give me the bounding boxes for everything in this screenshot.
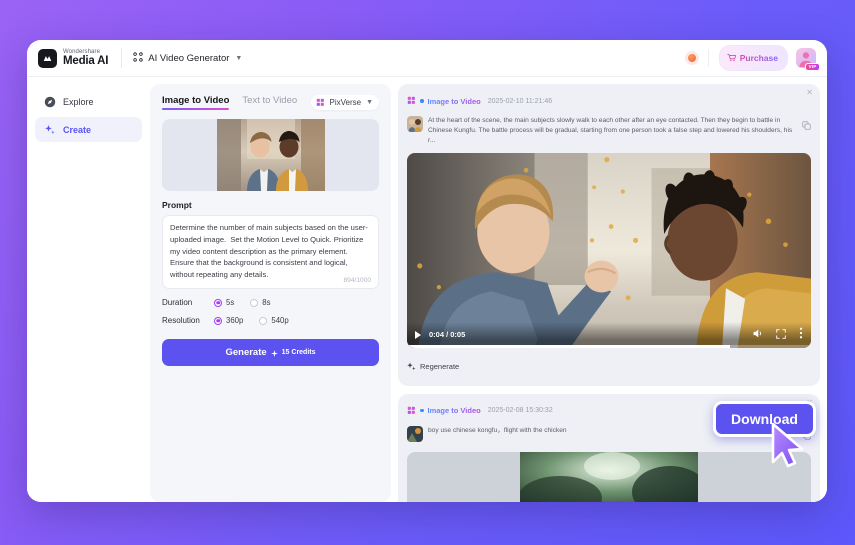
result-card-prompt-row: At the heart of the scene, the main subj… — [407, 116, 811, 146]
duration-option-5s[interactable]: 5s — [214, 298, 234, 307]
vip-badge: VIP — [805, 62, 820, 71]
video-progress-fill — [407, 345, 731, 348]
video-controls-right — [752, 326, 803, 344]
duration-option-8s-label: 8s — [262, 298, 271, 307]
resolution-row: Resolution 360p 540p — [162, 316, 379, 325]
volume-icon[interactable] — [752, 326, 763, 344]
result-video-player[interactable] — [407, 451, 811, 502]
result-source-thumbnail[interactable] — [407, 425, 423, 442]
close-icon[interactable]: ✕ — [806, 89, 813, 97]
results-panel[interactable]: ✕ Image to Video 2025-02-10 11:21:46 At … — [398, 77, 827, 502]
top-bar: Wondershare Media AI AI Video Generator … — [27, 40, 827, 77]
regenerate-button-label: Regenerate — [420, 362, 460, 372]
mouse-cursor-icon — [771, 422, 804, 468]
video-controls: 0:04 / 0:05 — [407, 321, 811, 348]
pixverse-icon — [316, 98, 325, 107]
logo-product-name: Media AI — [63, 54, 109, 67]
user-avatar-group[interactable]: VIP — [796, 47, 820, 71]
sidebar: Explore Create — [27, 77, 150, 502]
result-card-prompt: At the heart of the scene, the main subj… — [428, 117, 793, 144]
generator-panel: Image to Video Text to Video PixVerse ▼ … — [150, 77, 398, 502]
cart-icon — [726, 49, 736, 67]
sidebar-item-explore-label: Explore — [63, 96, 94, 107]
result-card-type: Image to Video — [427, 96, 481, 106]
generator-card: Image to Video Text to Video PixVerse ▼ … — [150, 84, 391, 502]
notification-dot-icon[interactable] — [687, 54, 696, 62]
result-card-header: Image to Video 2025-02-10 11:21:46 — [407, 92, 811, 110]
logo-company-name: Wondershare — [63, 48, 101, 55]
pixverse-icon — [407, 92, 416, 110]
regenerate-sparkle-icon — [407, 358, 416, 376]
mode-tabs: Image to Video Text to Video PixVerse ▼ — [162, 95, 379, 110]
tab-image-to-video[interactable]: Image to Video — [162, 95, 230, 110]
duration-row: Duration 5s 8s — [162, 298, 379, 307]
model-selector-label: PixVerse — [329, 98, 362, 107]
topbar-right-divider — [707, 49, 709, 67]
purchase-button-label: Purchase — [739, 53, 778, 63]
purchase-button[interactable]: Purchase — [718, 45, 788, 71]
model-selector[interactable]: PixVerse ▼ — [311, 95, 379, 110]
generate-button-credits: 15 Credits — [281, 349, 316, 356]
result-video-frame — [407, 152, 811, 348]
result-card-timestamp: 2025-02-10 11:21:46 — [487, 97, 553, 105]
duration-option-8s[interactable]: 8s — [250, 298, 271, 307]
resolution-option-540p-label: 540p — [271, 316, 289, 325]
resolution-label: Resolution — [162, 316, 200, 325]
resolution-option-360p-label: 360p — [226, 316, 244, 325]
generate-button-label: Generate — [225, 347, 267, 358]
result-card-actions: Regenerate — [407, 356, 811, 378]
topbar-right-group: Purchase VIP — [687, 45, 820, 71]
radio-icon — [214, 298, 222, 307]
module-selector[interactable]: AI Video Generator ▼ — [133, 51, 243, 65]
result-card-timestamp: 2025-02-08 15:30:32 — [487, 407, 553, 415]
topbar-divider — [121, 48, 123, 68]
result-video-player[interactable]: 0:04 / 0:05 — [407, 152, 811, 348]
module-selector-label: AI Video Generator — [148, 52, 230, 64]
sidebar-item-create-label: Create — [63, 124, 92, 135]
app-body: Explore Create Image to Video Text to Vi… — [27, 77, 827, 502]
prompt-input[interactable]: Determine the number of main subjects ba… — [162, 215, 379, 289]
pixverse-icon — [407, 402, 416, 420]
copy-icon[interactable] — [802, 117, 811, 135]
video-progress-bar[interactable] — [407, 345, 811, 348]
resolution-option-360p[interactable]: 360p — [214, 316, 243, 325]
compass-icon — [43, 95, 56, 108]
duration-label: Duration — [162, 298, 193, 307]
sparkle-icon — [43, 123, 56, 136]
radio-icon — [259, 316, 268, 325]
resolution-option-540p[interactable]: 540p — [259, 316, 289, 325]
regenerate-button[interactable]: Regenerate — [407, 358, 459, 376]
sidebar-item-explore[interactable]: Explore — [35, 89, 142, 114]
grid-icon — [133, 51, 143, 65]
status-dot-icon — [420, 408, 424, 413]
result-source-thumbnail[interactable] — [407, 116, 423, 132]
sidebar-item-create[interactable]: Create — [35, 117, 142, 142]
generate-button[interactable]: Generate 15 Credits — [162, 339, 379, 366]
prompt-char-count: 894/1000 — [343, 277, 371, 284]
source-image-preview[interactable] — [162, 119, 379, 191]
play-button[interactable] — [415, 330, 421, 339]
source-image — [216, 119, 325, 191]
tab-text-to-video[interactable]: Text to Video — [242, 95, 297, 110]
app-logo[interactable]: Wondershare Media AI — [38, 48, 109, 68]
status-dot-icon — [420, 99, 424, 103]
result-video-frame — [520, 451, 698, 502]
duration-option-5s-label: 5s — [226, 298, 235, 307]
result-card: ✕ Image to Video 2025-02-10 11:21:46 At … — [398, 84, 820, 386]
radio-icon — [250, 298, 259, 307]
app-window: Wondershare Media AI AI Video Generator … — [27, 40, 827, 502]
chevron-down-icon: ▼ — [366, 99, 373, 106]
result-card-type: Image to Video — [427, 406, 481, 416]
prompt-label: Prompt — [162, 200, 192, 210]
chevron-down-icon: ▼ — [235, 54, 243, 62]
more-options-icon[interactable] — [799, 326, 803, 344]
video-time: 0:04 / 0:05 — [429, 330, 466, 340]
fullscreen-icon[interactable] — [776, 326, 786, 344]
prompt-text: Determine the number of main subjects ba… — [170, 223, 368, 280]
radio-icon — [214, 316, 222, 325]
credit-sparkle-icon — [270, 344, 278, 362]
wondershare-logo-icon — [38, 48, 57, 68]
